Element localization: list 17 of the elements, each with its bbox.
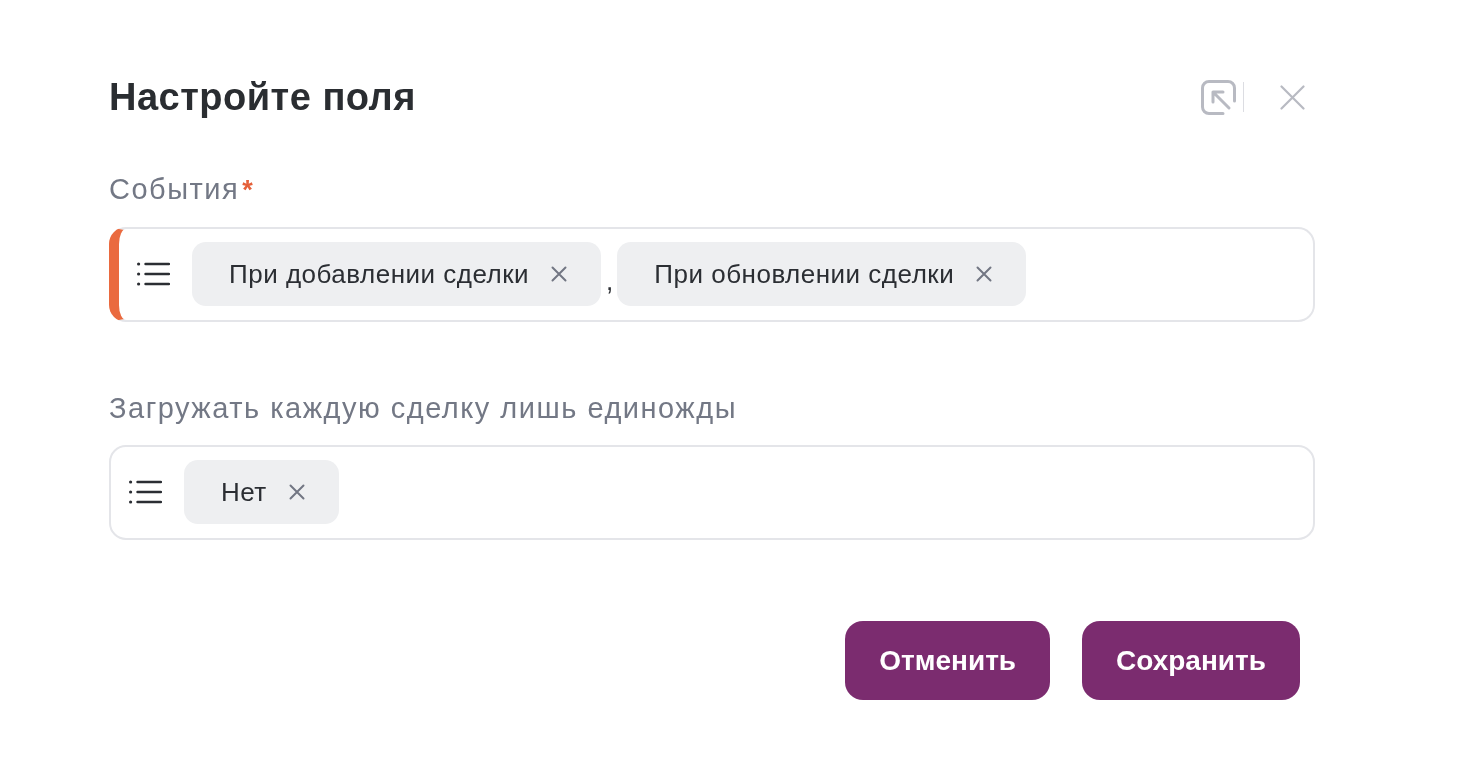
close-icon[interactable] xyxy=(551,266,568,282)
dialog-title: Настройте поля xyxy=(109,75,416,119)
multiselect-field[interactable]: Нет xyxy=(109,445,1315,540)
close-icon[interactable] xyxy=(976,266,993,282)
chip-label: Нет xyxy=(221,476,267,508)
chip-label: При обновлении сделки xyxy=(654,258,955,290)
field-label: События xyxy=(109,172,240,207)
required-mark: * xyxy=(242,174,253,207)
dialog-button[interactable]: Отменить xyxy=(845,621,1051,700)
list-icon[interactable] xyxy=(137,262,170,286)
separator-text: , xyxy=(606,265,614,297)
multiselect-field[interactable]: При добавлении сделки , При обновлении сделки xyxy=(109,227,1315,322)
field-label: Загружать каждую сделку лишь единожды xyxy=(109,391,737,426)
list-icon[interactable] xyxy=(129,480,162,504)
close-icon[interactable] xyxy=(288,484,305,500)
dialog-button[interactable]: Сохранить xyxy=(1082,621,1300,700)
chip-label: При добавлении сделки xyxy=(229,258,530,290)
